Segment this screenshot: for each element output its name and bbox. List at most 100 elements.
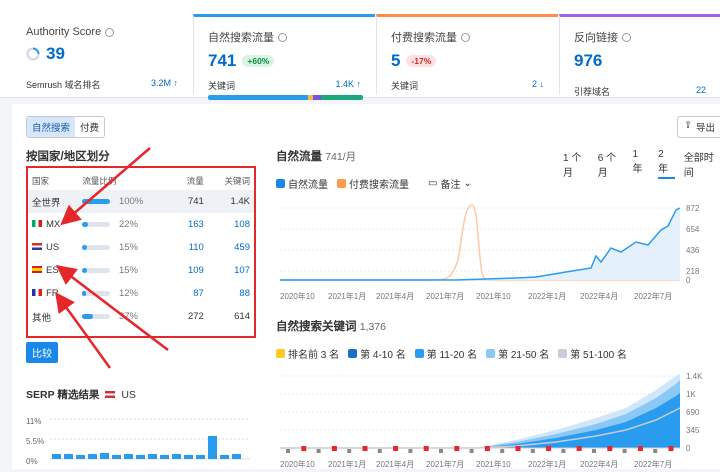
range-1-year[interactable]: 1 年 (632, 149, 649, 179)
table-row[interactable]: 其他 37% 272 614 (28, 305, 254, 328)
y-tick: 436 (686, 246, 700, 255)
legend-21-50[interactable]: 第 21-50 名 (486, 346, 549, 361)
card-sub-value[interactable]: 1.4K ↑ (335, 79, 361, 92)
table-row[interactable]: 全世界 100% 741 1.4K (28, 190, 254, 213)
keywords-legend: 排名前 3 名 第 4-10 名 第 11-20 名 第 21-50 名 第 5… (276, 346, 627, 361)
x-tick: 2021年4月 (376, 291, 414, 301)
x-tick: 2022年7月 (634, 459, 672, 469)
traffic-chart-title: 自然流量 (276, 151, 322, 163)
col-keywords[interactable]: 关键词 (208, 172, 254, 190)
checkbox-icon (348, 349, 358, 358)
traffic-cell[interactable]: 87 (173, 282, 207, 305)
x-tick: 2022年1月 (528, 291, 566, 301)
serp-country: US (121, 388, 136, 401)
share-bar (82, 267, 111, 273)
score-ring-icon (26, 47, 40, 61)
keywords-cell: 1.4K (230, 196, 250, 207)
legend-top3[interactable]: 排名前 3 名 (276, 346, 339, 361)
legend-11-20[interactable]: 第 11-20 名 (414, 346, 477, 361)
backlinks-card[interactable]: 反向链接 976 引荐域名 22 (559, 14, 720, 97)
flag-icon (32, 220, 42, 227)
share-cell: 12% (78, 282, 173, 305)
card-title: 付费搜索流量 (391, 32, 457, 44)
table-row[interactable]: MX 22% 163 108 (28, 213, 254, 236)
traffic-cell[interactable]: 163 (173, 213, 207, 236)
range-all-time[interactable]: 全部时间 (684, 149, 720, 179)
note-marker (301, 446, 307, 451)
table-row[interactable]: US 15% 110 459 (28, 236, 254, 259)
traffic-line-chart: 872 654 436 2180 2020年10 2021年1月 2021年4月 2021年… (280, 204, 700, 301)
card-sub-value[interactable]: 22 (696, 85, 706, 98)
note-marker (592, 449, 596, 453)
note-marker (576, 446, 582, 451)
keywords-chart-title: 自然搜索关键词 (276, 321, 357, 333)
range-1-month[interactable]: 1 个月 (563, 149, 589, 179)
overview-panel: 自然搜索 付费 ⇪ 导出 按国家/地区划分 国家 流量比例 流量 关键词 全世界 … (12, 104, 720, 469)
country-table: 国家 流量比例 流量 关键词 全世界 100% 741 1.4K MX 22% 1… (28, 172, 254, 328)
keywords-chart-title-wrap: 自然搜索关键词 1,376 (276, 318, 386, 334)
paid-traffic-card[interactable]: 付费搜索流量 5 -17% 关键词 2 ↓ (376, 14, 558, 94)
keywords-cell[interactable]: 108 (208, 213, 254, 236)
card-sub-value[interactable]: 3.2M ↑ (151, 78, 178, 91)
card-title: 反向链接 (574, 32, 618, 44)
keywords-cell[interactable]: 107 (208, 259, 254, 282)
country-cell: FR (28, 282, 78, 305)
compare-button[interactable]: 比较 (26, 342, 58, 363)
col-country[interactable]: 国家 (28, 172, 78, 190)
authority-score-card[interactable]: Authority Score 39 Semrush 域名排名 3.2M ↑ (12, 14, 192, 94)
keywords-count: 1,376 (359, 321, 386, 333)
keywords-cell[interactable]: 459 (208, 236, 254, 259)
keywords-cell[interactable]: 88 (208, 282, 254, 305)
organic-traffic-card[interactable]: 自然搜索流量 741 +60% 关键词 1.4K ↑ (193, 14, 375, 100)
note-marker (668, 446, 674, 451)
note-marker (546, 446, 552, 451)
note-marker (423, 446, 429, 451)
card-value: 5 (391, 51, 401, 70)
us-flag-icon (105, 391, 116, 398)
note-marker (515, 446, 521, 451)
range-6-months[interactable]: 6 个月 (598, 149, 624, 179)
checkbox-icon (276, 349, 285, 358)
export-button[interactable]: ⇪ 导出 (677, 116, 720, 138)
country-section-title: 按国家/地区划分 (26, 151, 110, 163)
traffic-type-tabs: 自然搜索 付费 (26, 116, 106, 138)
organic-traffic-area (280, 208, 680, 280)
card-sub-value[interactable]: 2 ↓ (532, 79, 544, 92)
y-tick: 0% (26, 457, 38, 466)
legend-51-100[interactable]: 第 51-100 名 (558, 346, 627, 361)
country-cell: 全世界 (32, 197, 61, 209)
note-marker (500, 449, 505, 453)
share-cell: 15% (78, 259, 173, 282)
table-row[interactable]: ES 15% 109 107 (28, 259, 254, 282)
country-cell: ES (28, 259, 78, 282)
note-marker (316, 449, 321, 453)
card-sub-label: 关键词 (208, 81, 236, 91)
share-bar (82, 221, 111, 227)
note-marker (469, 449, 474, 453)
traffic-cell[interactable]: 109 (173, 259, 207, 282)
traffic-cell[interactable]: 110 (173, 236, 207, 259)
change-badge: +60% (242, 55, 275, 67)
legend-organic[interactable]: 自然流量 (276, 176, 328, 191)
col-traffic[interactable]: 流量 (173, 172, 207, 190)
legend-paid[interactable]: 付费搜索流量 (337, 176, 409, 191)
serp-title: SERP 精选结果 (26, 389, 100, 401)
x-tick: 2021年7月 (426, 459, 464, 469)
metrics-bar: Authority Score 39 Semrush 域名排名 3.2M ↑ 自然… (0, 0, 720, 100)
note-marker (331, 446, 337, 451)
tab-paid[interactable]: 付费 (75, 117, 104, 137)
col-share[interactable]: 流量比例 (78, 172, 173, 190)
table-row[interactable]: FR 12% 87 88 (28, 282, 254, 305)
legend-4-10[interactable]: 第 4-10 名 (348, 346, 406, 361)
legend-label: 第 4-10 名 (360, 350, 406, 361)
range-2-years[interactable]: 2 年 (658, 149, 675, 179)
card-sub-label: 引荐域名 (574, 87, 611, 97)
x-tick: 2020年10 (280, 459, 315, 469)
notes-dropdown[interactable]: ▭ 备注 ⌄ (428, 176, 472, 191)
time-range-selector: 1 个月 6 个月 1 年 2 年全部时间 (563, 149, 720, 179)
traffic-legend: 自然流量 付费搜索流量 ▭ 备注 ⌄ (276, 176, 472, 191)
serp-header: SERP 精选结果 US (26, 387, 136, 402)
y-tick: 872 (686, 204, 700, 213)
tab-organic[interactable]: 自然搜索 (27, 117, 76, 137)
x-tick: 2021年7月 (426, 291, 464, 301)
